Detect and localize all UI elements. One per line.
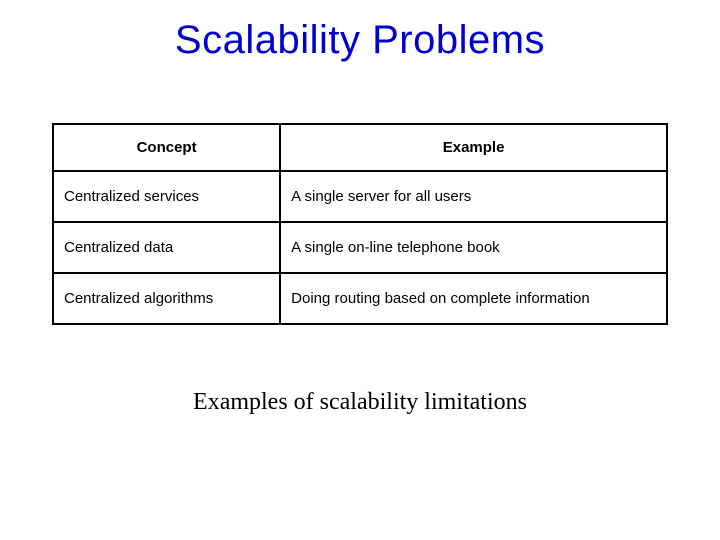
table-container: Concept Example Centralized services A s…: [52, 123, 668, 325]
cell-example: A single on-line telephone book: [280, 222, 667, 273]
cell-concept: Centralized algorithms: [53, 273, 280, 324]
cell-example: A single server for all users: [280, 171, 667, 222]
cell-concept: Centralized data: [53, 222, 280, 273]
table-row: Centralized algorithms Doing routing bas…: [53, 273, 667, 324]
header-concept: Concept: [53, 124, 280, 171]
table-row: Centralized data A single on-line teleph…: [53, 222, 667, 273]
header-example: Example: [280, 124, 667, 171]
scalability-table: Concept Example Centralized services A s…: [52, 123, 668, 325]
slide-title: Scalability Problems: [0, 0, 720, 63]
table-row: Centralized services A single server for…: [53, 171, 667, 222]
table-header-row: Concept Example: [53, 124, 667, 171]
slide: Scalability Problems Concept Example Cen…: [0, 0, 720, 540]
cell-example: Doing routing based on complete informat…: [280, 273, 667, 324]
caption: Examples of scalability limitations: [0, 389, 720, 416]
cell-concept: Centralized services: [53, 171, 280, 222]
